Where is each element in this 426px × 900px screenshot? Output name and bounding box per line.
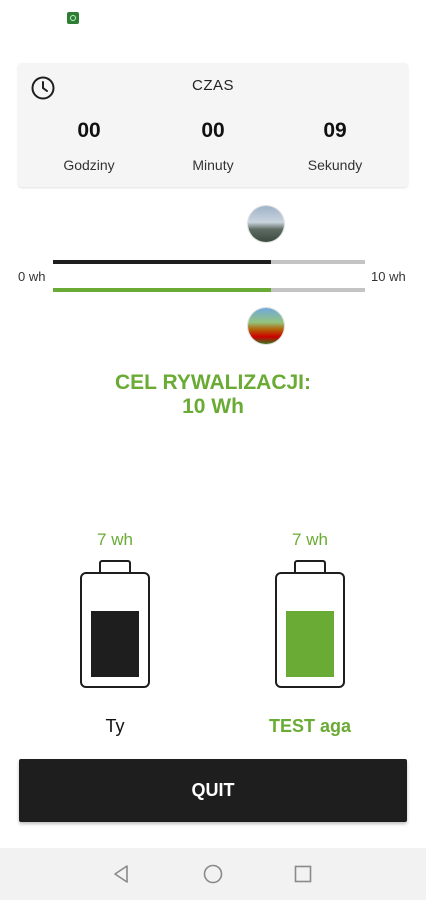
timer-card: CZAS 00 Godziny 00 Minuty 09 Sekundy (18, 63, 408, 187)
minutes-column: 00 Minuty (153, 119, 273, 173)
minutes-value: 00 (201, 119, 225, 142)
timer-title: CZAS (191, 77, 234, 94)
opponent-avatar[interactable] (248, 206, 284, 242)
competition-progress: 0 wh 10 wh (0, 200, 426, 350)
you-battery-level (91, 611, 139, 677)
hours-label: Godziny (63, 157, 115, 173)
app-notification-icon (67, 12, 79, 24)
opponent-energy-value: 7 wh (292, 530, 328, 549)
you-energy-value: 7 wh (97, 530, 133, 549)
competition-goal: CEL RYWALIZACJI: 10 Wh (0, 371, 426, 419)
goal-value: 10 Wh (182, 395, 244, 418)
you-avatar[interactable] (248, 308, 284, 344)
quit-button[interactable]: QUIT (19, 759, 407, 822)
opponent-battery-icon (275, 560, 345, 688)
opponent-player-name: TEST aga (268, 716, 352, 736)
seconds-column: 09 Sekundy (275, 119, 395, 173)
status-bar (0, 0, 426, 36)
minutes-label: Minuty (192, 157, 234, 173)
opponent-progress-fill (53, 288, 272, 292)
hours-column: 00 Godziny (29, 119, 149, 173)
you-player-name: Ty (105, 716, 125, 736)
home-circle-icon[interactable] (201, 862, 225, 886)
range-max-label: 10 wh (371, 269, 406, 284)
recents-square-icon[interactable] (291, 862, 315, 886)
you-progress-track (53, 260, 365, 264)
range-min-label: 0 wh (18, 269, 46, 284)
opponent-battery-level (286, 611, 334, 677)
you-battery-icon (80, 560, 150, 688)
goal-title: CEL RYWALIZACJI: (114, 371, 311, 394)
you-progress-fill (53, 260, 272, 264)
hours-value: 00 (77, 119, 101, 142)
back-triangle-icon[interactable] (109, 862, 133, 886)
system-nav-bar (0, 848, 426, 900)
seconds-label: Sekundy (307, 157, 363, 173)
opponent-progress-track (53, 288, 365, 292)
opponent-battery-column: 7 wh TEST aga (240, 530, 380, 737)
seconds-value: 09 (323, 119, 347, 142)
you-battery-column: 7 wh Ty (45, 530, 185, 737)
